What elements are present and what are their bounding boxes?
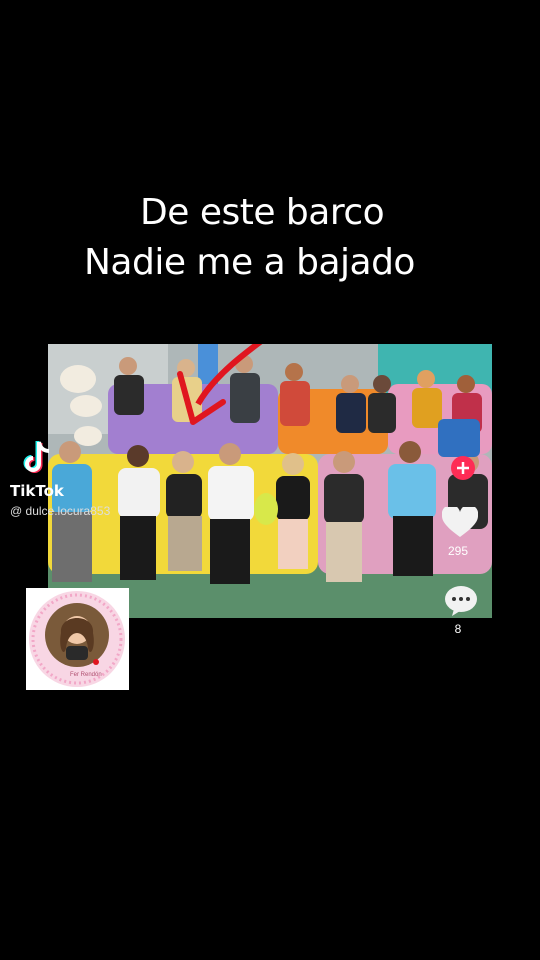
- tiktok-logo-icon: [23, 441, 50, 473]
- comment-icon: [444, 586, 477, 616]
- caption-line-2: Nadie me a bajado: [84, 242, 415, 283]
- plus-icon: [450, 456, 475, 480]
- comment-button[interactable]: 8: [436, 585, 480, 636]
- like-button[interactable]: 295: [436, 504, 480, 558]
- profile-sticker: Fer Rendón: [26, 588, 129, 690]
- like-count: 295: [447, 544, 469, 558]
- caption-line-1: De este barco: [140, 192, 385, 233]
- comment-count: 8: [454, 622, 462, 636]
- avatar-sticker-image: Fer Rendón: [26, 588, 129, 690]
- creator-username: @ dulce.locura853: [10, 504, 111, 518]
- heart-icon: [441, 504, 479, 537]
- tiktok-wordmark: TikTok: [10, 482, 64, 500]
- sticker-label: Fer Rendón: [70, 672, 102, 678]
- follow-button[interactable]: [436, 455, 480, 486]
- tiktok-watermark: TikTok @ dulce.locura853: [10, 440, 140, 530]
